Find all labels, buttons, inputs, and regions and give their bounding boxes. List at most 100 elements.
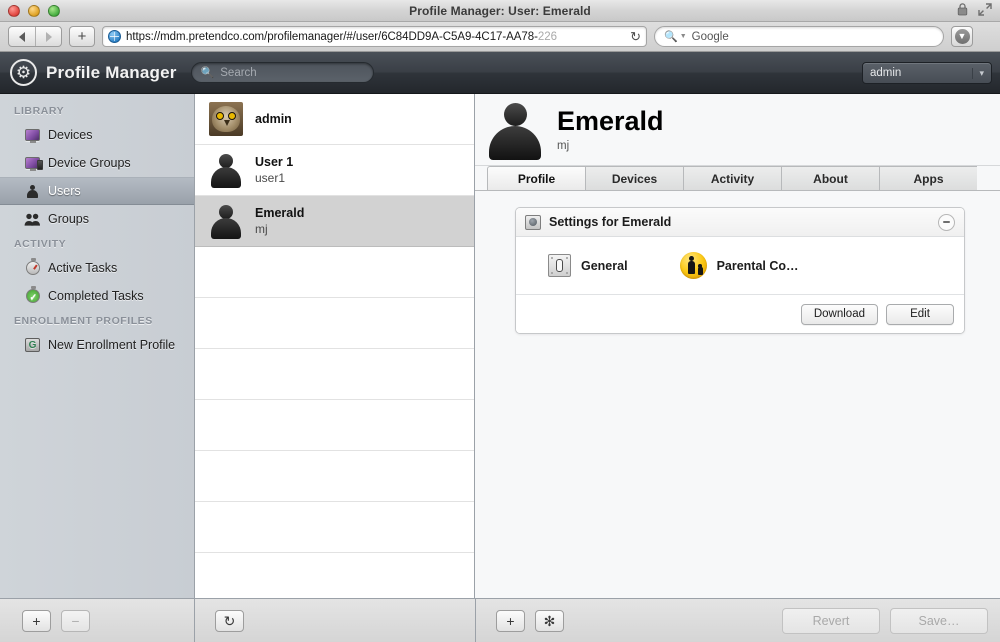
settings-panel-header: Settings for Emerald bbox=[516, 208, 964, 237]
app-name: Profile Manager bbox=[46, 62, 177, 82]
fullscreen-icon[interactable] bbox=[978, 3, 992, 16]
list-item-empty bbox=[195, 247, 474, 298]
user-shortname: mj bbox=[255, 222, 268, 236]
list-item[interactable]: User 1 user1 bbox=[195, 145, 474, 196]
list-item-empty bbox=[195, 298, 474, 349]
list-item-empty bbox=[195, 502, 474, 553]
sidebar-item-label: New Enrollment Profile bbox=[48, 338, 176, 352]
search-icon: 🔍 bbox=[200, 67, 215, 79]
list-item-empty bbox=[195, 400, 474, 451]
sidebar-item-users[interactable]: Users bbox=[0, 177, 194, 205]
download-icon: ▼ bbox=[954, 29, 970, 44]
download-button[interactable]: Download bbox=[800, 303, 878, 325]
sidebar-item-groups[interactable]: Groups bbox=[0, 205, 194, 233]
avatar bbox=[209, 102, 243, 136]
add-payload-button[interactable]: + bbox=[496, 609, 525, 632]
avatar bbox=[209, 152, 243, 188]
payload-label: General bbox=[581, 258, 628, 273]
window-traffic-lights bbox=[8, 5, 60, 17]
revert-button[interactable]: Revert bbox=[782, 607, 880, 634]
detail-pane: Emerald mj Profile Devices Activity Abou… bbox=[475, 94, 1000, 598]
list-item[interactable]: admin bbox=[195, 94, 474, 145]
sidebar-bottom-toolbar: + − bbox=[0, 599, 195, 642]
avatar bbox=[209, 203, 243, 239]
sidebar-item-label: Completed Tasks bbox=[48, 289, 144, 303]
list-item-empty bbox=[195, 451, 474, 502]
browser-search-field[interactable]: 🔍 ▼ Google bbox=[654, 26, 944, 47]
lock-icon bbox=[957, 3, 968, 16]
list-item-empty bbox=[195, 349, 474, 400]
remove-user-button[interactable]: − bbox=[61, 609, 90, 632]
back-button[interactable] bbox=[9, 27, 35, 46]
people-icon bbox=[24, 212, 41, 227]
account-label: admin bbox=[870, 67, 902, 79]
window-titlebar: Profile Manager: User: Emerald bbox=[0, 0, 1000, 22]
add-user-button[interactable]: + bbox=[22, 609, 51, 632]
payload-parental-controls[interactable]: Parental Co… bbox=[679, 252, 799, 279]
url-bar[interactable]: https://mdm.pretendco.com/profilemanager… bbox=[102, 26, 647, 47]
account-dropdown[interactable]: admin ▾ bbox=[862, 62, 992, 84]
monitor-icon bbox=[24, 128, 41, 143]
minimize-window-button[interactable] bbox=[28, 5, 40, 17]
reload-icon[interactable]: ↻ bbox=[627, 29, 641, 45]
close-window-button[interactable] bbox=[8, 5, 20, 17]
app-search-input[interactable]: 🔍 Search bbox=[190, 62, 374, 83]
general-icon bbox=[548, 254, 571, 277]
person-icon bbox=[24, 184, 41, 199]
list-item-empty bbox=[195, 553, 474, 598]
user-name: User 1 bbox=[255, 155, 294, 169]
refresh-list-button[interactable]: ↻ bbox=[215, 609, 244, 632]
monitor-phone-icon bbox=[24, 156, 43, 171]
settings-disc-icon bbox=[525, 214, 541, 230]
tab-apps[interactable]: Apps bbox=[879, 166, 977, 190]
sidebar-item-label: Devices bbox=[48, 128, 93, 142]
tab-devices[interactable]: Devices bbox=[585, 166, 683, 190]
payload-general[interactable]: General bbox=[548, 254, 628, 277]
tab-activity[interactable]: Activity bbox=[683, 166, 781, 190]
zoom-window-button[interactable] bbox=[48, 5, 60, 17]
downloads-button[interactable]: ▼ bbox=[951, 26, 973, 47]
tab-profile[interactable]: Profile bbox=[487, 166, 585, 190]
tab-about[interactable]: About bbox=[781, 166, 879, 190]
settings-panel: Settings for Emerald General Parental Co… bbox=[515, 207, 965, 334]
sidebar-item-label: Groups bbox=[48, 212, 89, 226]
enrollment-card-icon: G bbox=[24, 338, 41, 353]
panel-container: Settings for Emerald General Parental Co… bbox=[475, 191, 1000, 334]
sidebar-section-activity: ACTIVITY bbox=[14, 238, 67, 250]
settings-panel-footer: Download Edit bbox=[516, 295, 964, 333]
user-list: admin User 1 user1 Emerald mj bbox=[195, 94, 475, 598]
detail-bottom-toolbar: + ✻ Revert Save… bbox=[476, 599, 1000, 642]
stopwatch-icon bbox=[24, 258, 41, 276]
sidebar-item-completed-tasks[interactable]: ✓ Completed Tasks bbox=[0, 282, 194, 310]
sidebar-item-device-groups[interactable]: Device Groups bbox=[0, 149, 194, 177]
collapse-button[interactable] bbox=[938, 213, 955, 231]
edit-button[interactable]: Edit bbox=[886, 303, 954, 325]
sidebar-section-enrollment: ENROLLMENT PROFILES bbox=[14, 315, 153, 327]
sidebar-item-devices[interactable]: Devices bbox=[0, 121, 194, 149]
app-header: ⚙ Profile Manager 🔍 Search admin ▾ bbox=[0, 52, 1000, 94]
new-tab-button[interactable]: + bbox=[69, 26, 95, 47]
stopwatch-check-icon: ✓ bbox=[24, 286, 41, 304]
main-body: LIBRARY Devices Device Groups Users Grou… bbox=[0, 94, 1000, 598]
app-window: Profile Manager: User: Emerald + https:/… bbox=[0, 0, 1000, 642]
list-item[interactable]: Emerald mj bbox=[195, 196, 474, 247]
user-name: Emerald bbox=[255, 206, 305, 220]
browser-search-placeholder: Google bbox=[691, 30, 729, 43]
magnifier-icon: 🔍 bbox=[664, 31, 678, 43]
user-shortname: user1 bbox=[255, 171, 286, 185]
sidebar-section-library: LIBRARY bbox=[14, 105, 65, 117]
settings-panel-body: General Parental Co… bbox=[516, 237, 964, 295]
chevron-down-icon[interactable]: ▼ bbox=[680, 33, 687, 40]
sidebar-item-label: Users bbox=[48, 184, 81, 198]
sidebar-item-new-enrollment-profile[interactable]: G New Enrollment Profile bbox=[0, 331, 194, 359]
save-button[interactable]: Save… bbox=[890, 607, 988, 634]
chevron-down-icon: ▾ bbox=[972, 67, 984, 79]
avatar bbox=[487, 100, 543, 160]
action-gear-button[interactable]: ✻ bbox=[535, 609, 564, 632]
sidebar-item-active-tasks[interactable]: Active Tasks bbox=[0, 254, 194, 282]
forward-button[interactable] bbox=[35, 27, 61, 46]
window-title: Profile Manager: User: Emerald bbox=[409, 3, 591, 18]
page-subtitle: mj bbox=[557, 140, 570, 153]
detail-header: Emerald mj bbox=[475, 94, 1000, 166]
payload-label: Parental Co… bbox=[716, 258, 799, 273]
